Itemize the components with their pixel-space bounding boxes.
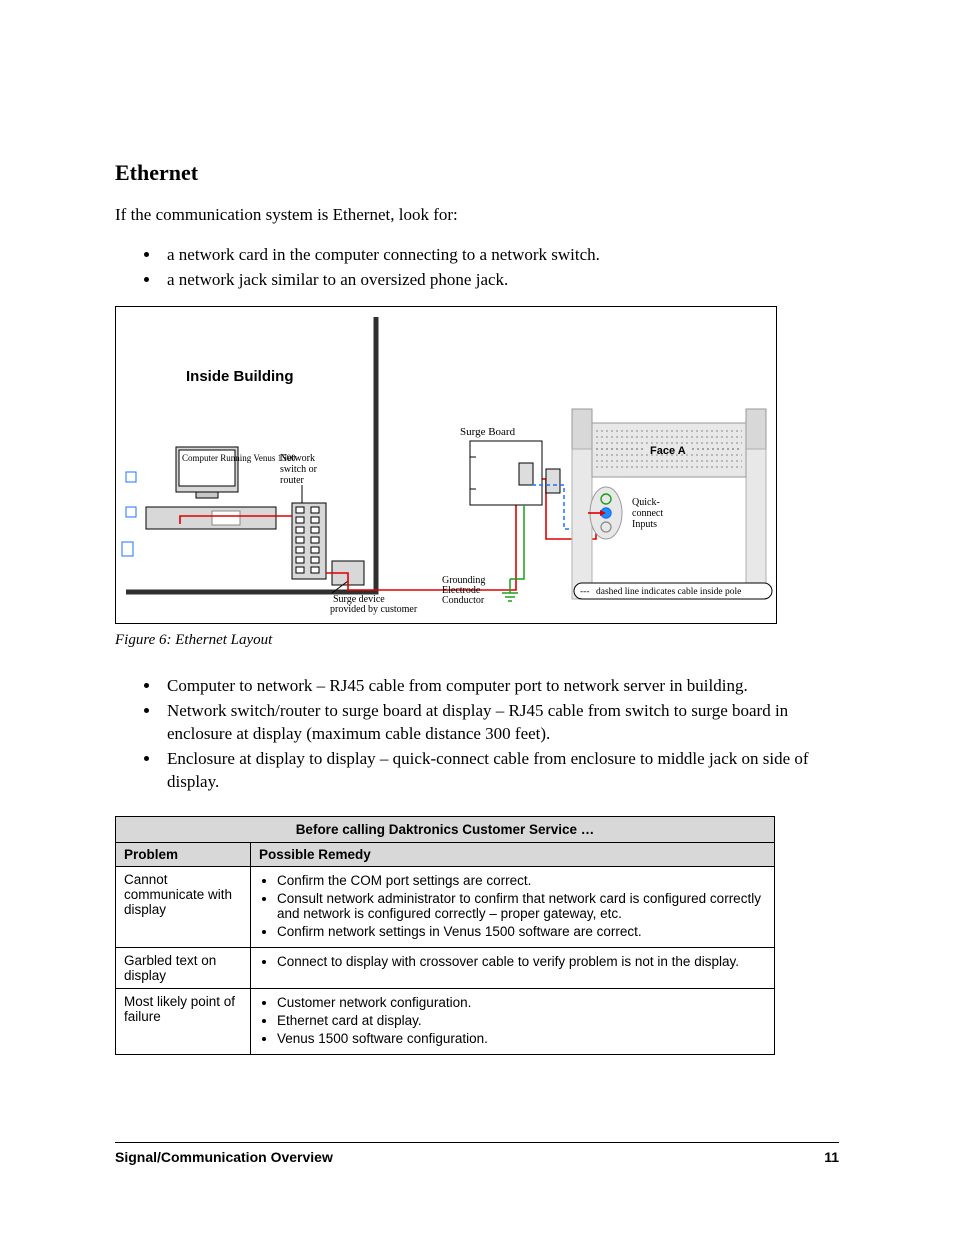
list-item: Network switch/router to surge board at … <box>161 700 839 746</box>
label-quick-connect: Quick- connect Inputs <box>632 497 666 530</box>
footer-right: 11 <box>824 1149 839 1165</box>
list-item: a network card in the computer connectin… <box>161 244 839 267</box>
figure-caption: Figure 6: Ethernet Layout <box>115 632 839 649</box>
list-item: Computer to network – RJ45 cable from co… <box>161 675 839 698</box>
label-computer: Computer Running Venus 1500 <box>182 453 296 463</box>
remedy-cell: Connect to display with crossover cable … <box>251 947 775 988</box>
list-item: Enclosure at display to display – quick-… <box>161 748 839 794</box>
remedy-item: Connect to display with crossover cable … <box>277 954 766 969</box>
table-row: Cannot communicate with display Confirm … <box>116 866 775 947</box>
remedy-item: Venus 1500 software configuration. <box>277 1031 766 1046</box>
label-network-switch: Network switch or router <box>280 453 319 486</box>
table-row: Most likely point of failure Customer ne… <box>116 988 775 1054</box>
label-surge-board: Surge Board <box>460 426 516 438</box>
intro-text: If the communication system is Ethernet,… <box>115 204 839 226</box>
connection-list: Computer to network – RJ45 cable from co… <box>115 675 839 794</box>
table-row: Garbled text on display Connect to displ… <box>116 947 775 988</box>
footer-left: Signal/Communication Overview <box>115 1149 333 1165</box>
remedy-cell: Confirm the COM port settings are correc… <box>251 866 775 947</box>
look-for-list: a network card in the computer connectin… <box>115 244 839 292</box>
remedy-item: Confirm network settings in Venus 1500 s… <box>277 924 766 939</box>
table-title: Before calling Daktronics Customer Servi… <box>116 816 775 842</box>
remedy-item: Ethernet card at display. <box>277 1013 766 1028</box>
figure-ethernet-layout: Inside Building Computer Running Venus 1… <box>115 306 777 624</box>
diagram-svg: Inside Building Computer Running Venus 1… <box>116 307 776 623</box>
table-col-problem: Problem <box>116 842 251 866</box>
label-dashed-note: dashed line indicates cable inside pole <box>596 587 741 597</box>
page-footer: Signal/Communication Overview 11 <box>115 1142 839 1165</box>
remedy-item: Customer network configuration. <box>277 995 766 1010</box>
remedy-item: Confirm the COM port settings are correc… <box>277 873 766 888</box>
label-grounding: Grounding Electrode Conductor <box>442 575 488 606</box>
section-heading-ethernet: Ethernet <box>115 160 839 186</box>
svg-text:---: --- <box>580 587 590 597</box>
table-col-remedy: Possible Remedy <box>251 842 775 866</box>
label-face-a: Face A <box>650 445 686 457</box>
page: Ethernet If the communication system is … <box>0 0 954 1235</box>
label-inside-building: Inside Building <box>186 368 294 385</box>
problem-cell: Most likely point of failure <box>116 988 251 1054</box>
problem-cell: Garbled text on display <box>116 947 251 988</box>
list-item: a network jack similar to an oversized p… <box>161 269 839 292</box>
problem-cell: Cannot communicate with display <box>116 866 251 947</box>
troubleshoot-table: Before calling Daktronics Customer Servi… <box>115 816 775 1055</box>
label-surge-device: Surge device provided by customer <box>330 594 418 615</box>
remedy-cell: Customer network configuration. Ethernet… <box>251 988 775 1054</box>
remedy-item: Consult network administrator to confirm… <box>277 891 766 921</box>
